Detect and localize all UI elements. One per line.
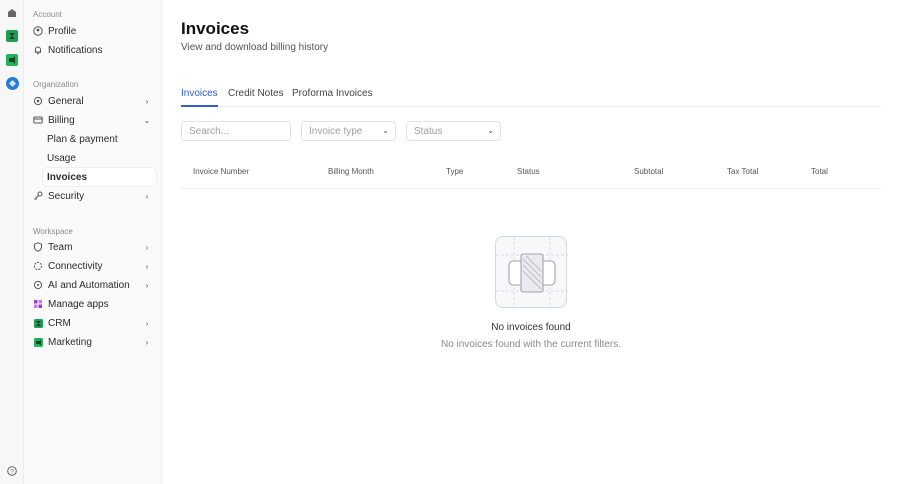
crm-app-icon[interactable] (5, 29, 19, 43)
section-title-organization: Organization (33, 80, 79, 89)
sidebar-item-label: Security (48, 190, 85, 202)
sidebar-item-label: Invoices (47, 171, 88, 183)
sidebar-item-label: Usage (47, 152, 76, 164)
chevron-down-icon: ⌄ (487, 126, 494, 135)
sidebar-item-notifications[interactable]: Notifications (29, 41, 156, 59)
gear-icon (33, 96, 43, 106)
chevron-right-icon: › (145, 261, 149, 271)
main-content: Invoices View and download billing histo… (162, 0, 900, 484)
status-select[interactable]: Status ⌄ (406, 121, 501, 141)
sidebar-item-label: General (48, 95, 84, 107)
tab-proforma-invoices[interactable]: Proforma Invoices (292, 88, 373, 107)
column-header-total[interactable]: Total (811, 167, 828, 176)
tab-invoices[interactable]: Invoices (181, 88, 218, 107)
chevron-down-icon: ⌄ (143, 115, 151, 125)
svg-text:?: ? (10, 468, 14, 475)
chevron-down-icon: ⌄ (382, 126, 389, 135)
page-title: Invoices (181, 19, 250, 38)
column-header-tax-total[interactable]: Tax Total (727, 167, 758, 176)
crm-app-icon (33, 318, 43, 328)
sidebar-item-marketing[interactable]: Marketing › (29, 333, 156, 351)
bell-icon (33, 45, 43, 55)
column-header-status[interactable]: Status (517, 167, 540, 176)
shield-icon (33, 242, 43, 252)
chevron-right-icon: › (145, 242, 149, 252)
sidebar-item-team[interactable]: Team › (29, 238, 156, 256)
column-header-billing-month[interactable]: Billing Month (328, 167, 374, 176)
chevron-right-icon: › (145, 96, 149, 106)
sidebar-item-manage-apps[interactable]: Manage apps (29, 295, 156, 313)
settings-sidebar: Account Profile Notifications Organizati… (24, 0, 162, 484)
empty-state-description: No invoices found with the current filte… (440, 339, 622, 350)
help-icon[interactable]: ? (5, 464, 19, 478)
sidebar-item-label: Plan & payment (47, 133, 118, 145)
chevron-right-icon: › (145, 191, 149, 201)
sidebar-item-crm[interactable]: CRM › (29, 314, 156, 332)
invoice-type-label: Invoice type (309, 125, 363, 137)
chevron-right-icon: › (145, 318, 149, 328)
sidebar-item-label: Manage apps (48, 298, 109, 310)
sidebar-item-label: Notifications (48, 44, 103, 56)
key-icon (33, 191, 43, 201)
sidebar-item-connectivity[interactable]: Connectivity › (29, 257, 156, 275)
status-label: Status (414, 125, 443, 137)
tab-credit-notes[interactable]: Credit Notes (228, 88, 284, 107)
sidebar-item-plan-payment[interactable]: Plan & payment (43, 130, 156, 148)
invoice-tabs: Invoices Credit Notes Proforma Invoices (181, 84, 881, 107)
search-input[interactable] (181, 121, 291, 141)
empty-state-title: No invoices found (491, 322, 571, 333)
sidebar-item-label: CRM (48, 317, 71, 329)
sidebar-item-ai-automation[interactable]: AI and Automation › (29, 276, 156, 294)
chevron-right-icon: › (145, 280, 149, 290)
dev-app-icon[interactable] (5, 76, 19, 90)
sidebar-item-label: AI and Automation (48, 279, 130, 291)
chevron-right-icon: › (145, 337, 149, 347)
invoice-type-select[interactable]: Invoice type ⌄ (301, 121, 396, 141)
home-app-icon[interactable] (5, 6, 19, 20)
empty-state-illustration (495, 236, 568, 309)
section-title-account: Account (33, 10, 62, 19)
table-header: Invoice Number Billing Month Type Status… (181, 160, 881, 189)
section-title-workspace: Workspace (33, 227, 73, 236)
page-subtitle: View and download billing history (181, 42, 329, 53)
sidebar-item-security[interactable]: Security › (29, 187, 156, 205)
column-header-subtotal[interactable]: Subtotal (634, 167, 663, 176)
sidebar-item-label: Marketing (48, 336, 92, 348)
user-circle-icon (33, 26, 43, 36)
marketing-app-icon[interactable] (5, 53, 19, 67)
sidebar-item-invoices[interactable]: Invoices (43, 168, 156, 186)
sidebar-item-profile[interactable]: Profile (29, 22, 156, 40)
sidebar-item-label: Connectivity (48, 260, 103, 272)
sidebar-item-label: Team (48, 241, 73, 253)
sidebar-item-label: Billing (48, 114, 75, 126)
sidebar-item-billing[interactable]: Billing ⌄ (29, 111, 156, 129)
column-header-type[interactable]: Type (446, 167, 463, 176)
app-rail: ? (0, 0, 24, 484)
connectivity-icon (33, 261, 43, 271)
sidebar-item-usage[interactable]: Usage (43, 149, 156, 167)
sidebar-item-general[interactable]: General › (29, 92, 156, 110)
column-header-invoice-number[interactable]: Invoice Number (193, 167, 249, 176)
sidebar-item-label: Profile (48, 25, 77, 37)
apps-grid-icon (33, 299, 43, 309)
sparkle-icon (33, 280, 43, 290)
marketing-app-icon (33, 337, 43, 347)
credit-card-icon (33, 115, 43, 125)
